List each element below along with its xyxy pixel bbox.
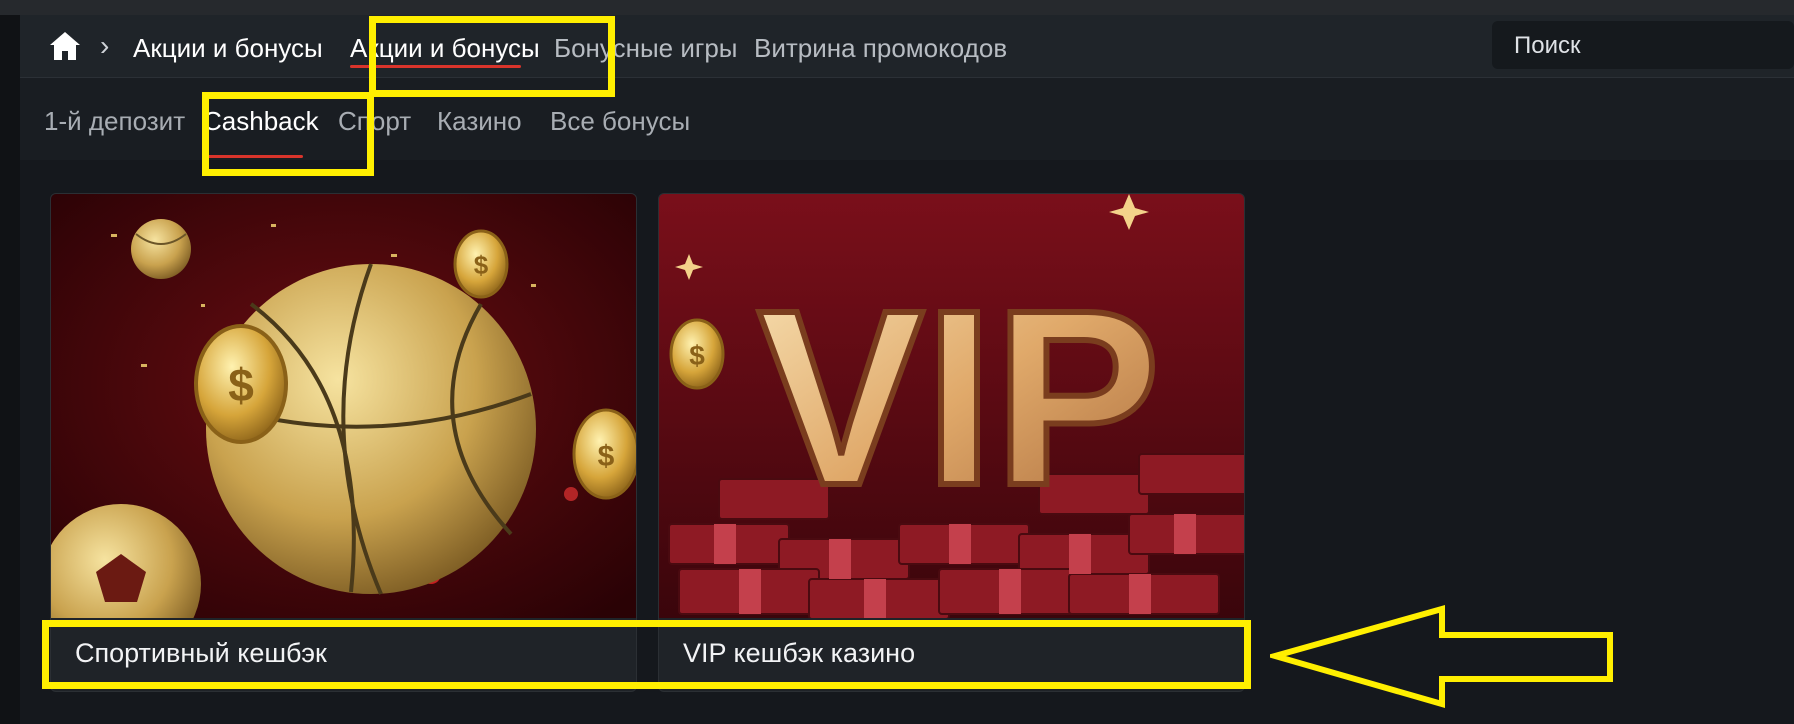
subtab-cashback[interactable]: Cashback [203,106,319,137]
svg-text:$: $ [689,340,705,371]
browser-top-strip [0,0,1794,15]
search-box[interactable] [1492,21,1794,71]
active-tab-underline [350,65,521,68]
search-input[interactable] [1512,21,1786,71]
subtab-first-deposit[interactable]: 1-й депозит [44,106,185,137]
svg-text:VIP: VIP [758,258,1161,537]
subtab-all-bonuses[interactable]: Все бонусы [550,106,690,137]
top-navigation: › Акции и бонусы Акции и бонусы Бонусные… [20,15,1794,78]
left-edge-strip [0,15,20,724]
vip-cashback-image: VIP $ [659,194,1244,618]
subtab-sport[interactable]: Спорт [338,106,411,137]
home-icon[interactable] [48,30,82,62]
card-title: VIP кешбэк казино [683,638,916,668]
sub-navigation: 1-й депозит Cashback Спорт Казино Все бо… [20,78,1794,160]
tab-bonus-games[interactable]: Бонусные игры [554,33,737,64]
active-subtab-underline [204,155,303,158]
breadcrumb-current: Акции и бонусы [133,33,323,63]
svg-text:$: $ [474,250,489,280]
tab-promotions[interactable]: Акции и бонусы [350,33,540,64]
promo-card-sports-cashback[interactable]: $ $ $ Спортивный кешбэк [50,193,637,692]
chevron-right-icon: › [100,30,110,61]
card-title: Спортивный кешбэк [75,638,327,668]
promo-card-vip-casino-cashback[interactable]: VIP $ VIP кешбэк казино [658,193,1245,692]
svg-text:$: $ [598,440,615,473]
subtab-casino[interactable]: Казино [437,106,522,137]
sports-cashback-image: $ $ $ [51,194,636,618]
tab-promo-showcase[interactable]: Витрина промокодов [754,33,1007,64]
svg-text:$: $ [228,359,254,411]
arrow-left-annotation-icon [1270,605,1613,708]
